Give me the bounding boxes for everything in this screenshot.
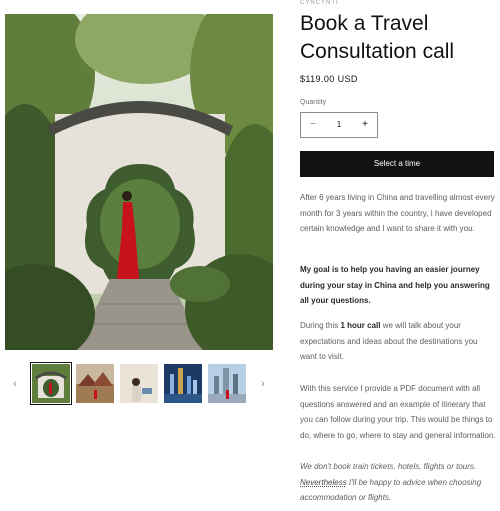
product-price: $119.00 USD <box>300 74 358 84</box>
thumbnail-4[interactable] <box>164 364 202 403</box>
chevron-right-icon[interactable]: › <box>256 376 270 392</box>
description-disclaimer: We don't book train tickets, hotels, fli… <box>300 459 496 506</box>
thumbnail-3[interactable] <box>120 364 158 403</box>
product-title: Book a Travel Consultation call <box>300 12 455 63</box>
p5-text-before: We don't book train tickets, hotels, fli… <box>300 462 477 471</box>
description-paragraph-2: My goal is to help you having an easier … <box>300 262 496 309</box>
description-paragraph-3: During this 1 hour call we will talk abo… <box>300 318 496 365</box>
thumbnail-1[interactable] <box>30 362 72 405</box>
thumbnail-5[interactable] <box>208 364 246 403</box>
goal-statement: My goal is to help you having an easier … <box>300 265 490 305</box>
chevron-left-icon[interactable]: ‹ <box>8 376 22 392</box>
increase-quantity-button[interactable]: + <box>353 113 377 137</box>
p5-underlined-word: Nevertheless <box>300 477 347 487</box>
quantity-input[interactable]: 1 <box>325 113 353 137</box>
decrease-quantity-button[interactable]: − <box>301 113 325 137</box>
vendor-label: CYNCYNTI <box>300 0 339 6</box>
quantity-stepper: − 1 + <box>300 112 378 138</box>
description-paragraph-4: With this service I provide a PDF docume… <box>300 384 496 440</box>
quantity-label: Quantity <box>300 99 327 106</box>
select-time-button[interactable]: Select a time <box>300 151 494 177</box>
thumbnail-strip: ‹ › <box>5 362 273 406</box>
p3-bold-duration: 1 hour call <box>340 321 381 330</box>
description-paragraph-1: After 6 years living in China and travel… <box>300 193 495 233</box>
p3-text-before: During this <box>300 321 341 330</box>
moon-gate-garden-photo <box>5 14 273 350</box>
thumbnail-2[interactable] <box>76 364 114 403</box>
main-product-image[interactable] <box>5 14 273 350</box>
